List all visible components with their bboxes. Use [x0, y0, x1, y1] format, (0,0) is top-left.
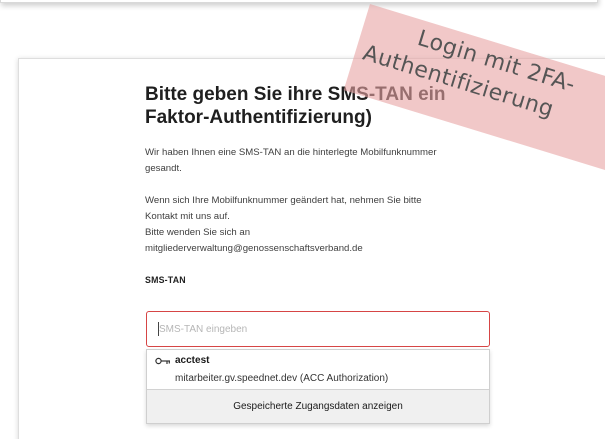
key-icon [155, 357, 170, 365]
contact-notice: Wenn sich Ihre Mobilfunknummer geändert … [145, 193, 495, 257]
text-cursor [158, 322, 159, 336]
autofill-suggestion[interactable]: acctest mitarbeiter.gv.speednet.dev (ACC… [147, 350, 489, 390]
autofill-username: acctest [175, 355, 210, 366]
contact-email: mitgliederverwaltung@genossenschaftsverb… [145, 243, 363, 254]
sms-tan-label: SMS-TAN [145, 275, 186, 285]
autofill-dropdown: acctest mitarbeiter.gv.speednet.dev (ACC… [146, 349, 490, 424]
sms-sent-notice-line-2: gesandt. [145, 163, 182, 174]
screen: Bitte geben Sie ihre SMS-TAN ein Faktor-… [0, 0, 605, 439]
sms-tan-input[interactable] [146, 311, 490, 347]
contact-notice-line-1: Wenn sich Ihre Mobilfunknummer geändert … [145, 195, 422, 206]
sms-sent-notice-line-1: Wir haben Ihnen eine SMS-TAN an die hint… [145, 147, 437, 158]
show-saved-credentials-button[interactable]: Gespeicherte Zugangsdaten anzeigen [147, 389, 489, 423]
autofill-site: mitarbeiter.gv.speednet.dev (ACC Authori… [175, 373, 389, 384]
previous-card-edge [0, 0, 598, 3]
contact-notice-line-2: Kontakt mit uns auf. [145, 211, 230, 222]
contact-notice-line-3: Bitte wenden Sie sich an [145, 227, 251, 238]
sms-sent-notice: Wir haben Ihnen eine SMS-TAN an die hint… [145, 145, 495, 177]
